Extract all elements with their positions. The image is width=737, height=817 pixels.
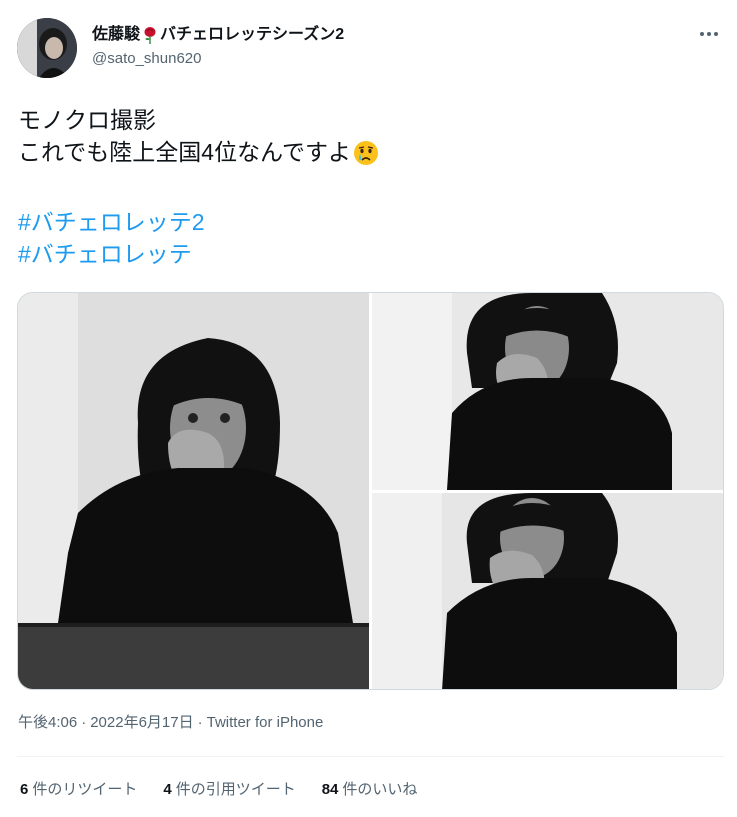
avatar[interactable] (17, 18, 77, 78)
display-name[interactable]: 佐藤駿 バチェロレッテシーズン2 (92, 24, 344, 46)
tweet-meta: 午後4:06 · 2022年6月17日 · Twitter for iPhone (18, 713, 323, 733)
tweet-stats: 6 件のリツイート 4 件の引用ツイート 84 件のいいね (20, 780, 443, 800)
tweet-time[interactable]: 午後4:06 (18, 714, 77, 731)
photo-1[interactable] (18, 293, 369, 689)
retweets-label: 件のリツイート (32, 781, 138, 798)
meta-separator: · (81, 714, 87, 731)
hashtag-link-2[interactable]: #バチェロレッテ (18, 238, 718, 270)
likes-count: 84 (321, 781, 339, 798)
quotes-stat[interactable]: 4 件の引用ツイート (163, 780, 295, 800)
likes-label: 件のいいね (342, 781, 418, 798)
tweet-line-2: これでも陸上全国4位なんですよ (18, 136, 718, 168)
crying-face-icon (353, 140, 379, 166)
tweet-line-1: モノクロ撮影 (18, 107, 156, 133)
author-info: 佐藤駿 バチェロレッテシーズン2 @sato_shun620 (92, 24, 344, 70)
photo-2[interactable] (372, 293, 723, 490)
tweet-text: モノクロ撮影 これでも陸上全国4位なんですよ #バチェロレッテ2 #バチェロレッ… (18, 104, 718, 270)
more-dots-icon (714, 32, 718, 36)
retweets-stat[interactable]: 6 件のリツイート (20, 780, 137, 800)
likes-stat[interactable]: 84 件のいいね (322, 780, 418, 800)
photo-3[interactable] (372, 493, 723, 689)
divider (17, 756, 724, 757)
rose-icon (142, 26, 158, 44)
retweets-count: 6 (20, 781, 29, 798)
quotes-label: 件の引用ツイート (175, 781, 296, 798)
display-name-text: 佐藤駿 (92, 26, 141, 43)
more-options-button[interactable] (697, 24, 721, 44)
display-name-suffix: バチェロレッテシーズン2 (160, 26, 345, 43)
tweet-line-2-text: これでも陸上全国4位なんですよ (18, 139, 351, 165)
meta-separator: · (197, 714, 203, 731)
hashtag-link-1[interactable]: #バチェロレッテ2 (18, 206, 718, 238)
media-grid (17, 292, 724, 690)
quotes-count: 4 (163, 781, 172, 798)
more-dots-icon (707, 32, 711, 36)
tweet-date[interactable]: 2022年6月17日 (90, 714, 193, 731)
tweet-source[interactable]: Twitter for iPhone (207, 714, 324, 731)
more-dots-icon (700, 32, 704, 36)
user-handle[interactable]: @sato_shun620 (92, 48, 344, 70)
